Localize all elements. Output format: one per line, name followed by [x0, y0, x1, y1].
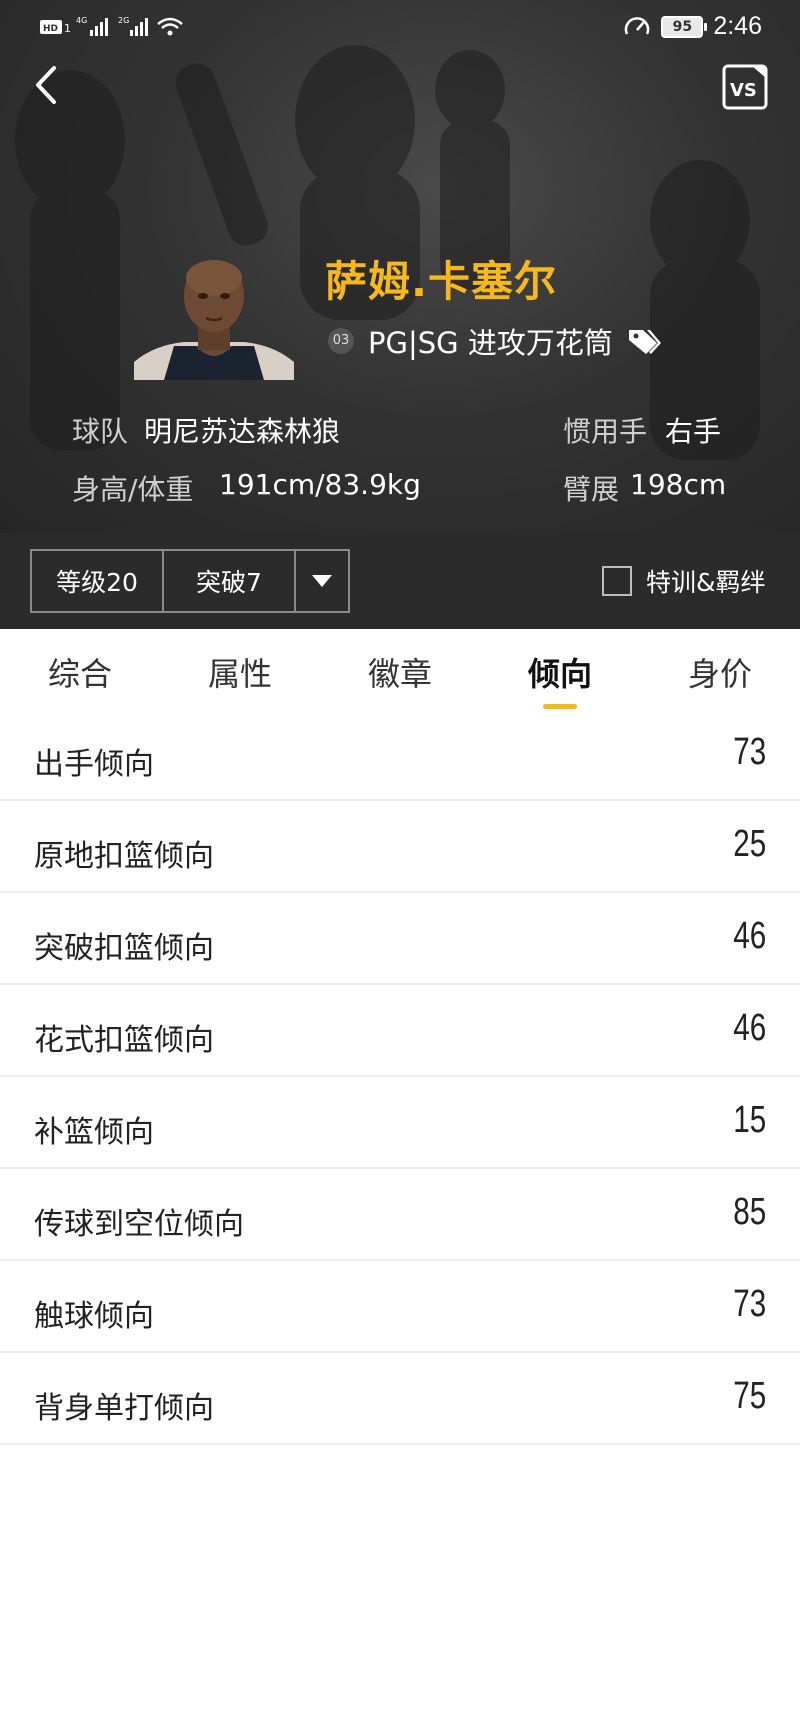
tendency-value: 46: [733, 1007, 766, 1049]
tendency-label: 突破扣篮倾向: [34, 931, 214, 966]
hand-label: 惯用手: [563, 415, 648, 448]
tab-attributes[interactable]: 属性: [170, 649, 310, 695]
status-time: 2:46: [713, 12, 762, 40]
vs-compare-icon[interactable]: VS: [722, 64, 768, 110]
list-item: 突破扣篮倾向 46: [0, 893, 800, 985]
list-item: 背身单打倾向 75: [0, 1353, 800, 1445]
tendency-value: 15: [733, 1099, 766, 1141]
tendency-value: 25: [733, 823, 766, 865]
tendency-label: 出手倾向: [34, 747, 154, 782]
tab-overview[interactable]: 综合: [10, 649, 150, 695]
player-position: PG|SG 进攻万花筒: [368, 326, 613, 360]
svg-text:HD: HD: [43, 24, 58, 34]
tendency-label: 原地扣篮倾向: [34, 839, 214, 874]
list-item: 补篮倾向 15: [0, 1077, 800, 1169]
list-item: 原地扣篮倾向 25: [0, 801, 800, 893]
tendency-label: 传球到空位倾向: [34, 1207, 244, 1242]
wingspan-label: 臂展: [563, 473, 620, 506]
level-button[interactable]: 等级20: [32, 551, 164, 611]
tendency-value: 75: [733, 1375, 766, 1417]
player-name: 萨姆.卡塞尔: [325, 257, 557, 306]
team-label: 球队: [72, 415, 129, 448]
tag-icon[interactable]: [627, 326, 663, 356]
back-chevron-icon[interactable]: [28, 60, 68, 110]
list-item: 传球到空位倾向 85: [0, 1169, 800, 1261]
jersey-number: 03: [328, 328, 354, 354]
status-right: 95 2:46: [623, 12, 762, 41]
training-checkbox[interactable]: [602, 566, 632, 596]
control-bar: 等级20 突破7 特训&羁绊: [0, 533, 800, 629]
player-avatar: [134, 260, 294, 380]
svg-text:1: 1: [64, 22, 71, 35]
tendency-value: 73: [733, 731, 766, 773]
breakthrough-button[interactable]: 突破7: [164, 551, 296, 611]
team-value: 明尼苏达森林狼: [144, 415, 341, 448]
hand-value: 右手: [665, 415, 722, 448]
tendency-value: 85: [733, 1191, 766, 1233]
speedometer-icon: [625, 16, 650, 35]
tab-tendencies[interactable]: 倾向: [490, 649, 630, 695]
status-bar: HD 1 4G 2G 95 2:46: [0, 0, 800, 56]
tab-badges[interactable]: 徽章: [330, 649, 470, 695]
training-label: 特训&羁绊: [646, 568, 766, 597]
tendency-list: 出手倾向 73 原地扣篮倾向 25 突破扣篮倾向 46 花式扣篮倾向 46 补篮…: [0, 709, 800, 1445]
vs-label: VS: [730, 80, 757, 101]
caret-down-icon: [312, 575, 332, 587]
svg-text:4G: 4G: [76, 16, 87, 25]
player-header: HD 1 4G 2G 95 2:46 VS 萨姆.卡塞尔 03 PG|SG 进攻…: [0, 0, 800, 533]
tendency-label: 花式扣篮倾向: [34, 1023, 214, 1058]
dropdown-button[interactable]: [296, 551, 348, 611]
list-item: 触球倾向 73: [0, 1261, 800, 1353]
tab-bar: 综合 属性 徽章 倾向 身价: [0, 629, 800, 709]
tendency-value: 46: [733, 915, 766, 957]
tab-value[interactable]: 身价: [650, 649, 790, 695]
list-item: 出手倾向 73: [0, 709, 800, 801]
player-position-row: 03 PG|SG 进攻万花筒: [328, 320, 663, 362]
list-item: 花式扣篮倾向 46: [0, 985, 800, 1077]
network-indicators: HD 1 4G 2G: [40, 14, 190, 40]
tendency-label: 背身单打倾向: [34, 1391, 214, 1426]
height-weight-label: 身高/体重: [72, 473, 194, 506]
height-weight-value: 191cm/83.9kg: [219, 468, 421, 501]
tendency-label: 触球倾向: [34, 1299, 154, 1334]
tendency-label: 补篮倾向: [34, 1115, 154, 1150]
battery-indicator: 95: [661, 15, 708, 38]
signal-icon: HD 1 4G 2G: [40, 16, 183, 36]
wingspan-value: 198cm: [630, 468, 727, 501]
tendency-value: 73: [733, 1283, 766, 1325]
svg-text:2G: 2G: [118, 16, 129, 25]
level-selector: 等级20 突破7: [30, 549, 350, 613]
training-toggle[interactable]: 特训&羁绊: [602, 563, 766, 599]
